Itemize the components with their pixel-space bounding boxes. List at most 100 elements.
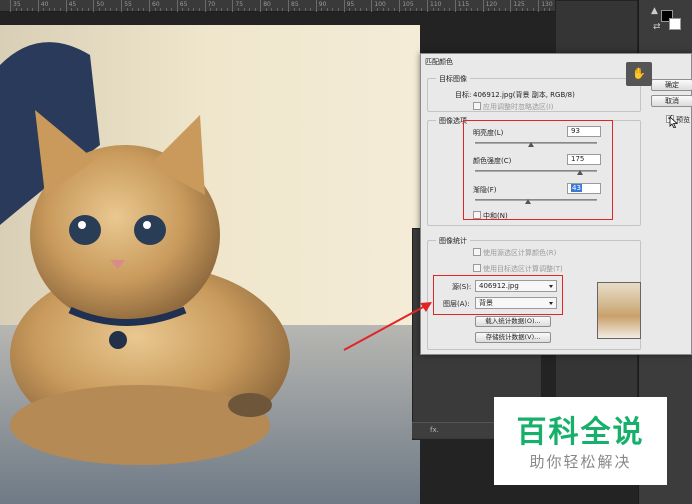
ruler-minor-tick: [326, 8, 328, 11]
use-source-selection-checkbox[interactable]: [473, 248, 481, 256]
ruler-minor-tick: [187, 8, 189, 11]
ruler-minor-tick: [321, 8, 323, 11]
target-image-group-label: 目标图像: [436, 74, 470, 84]
ruler-minor-tick: [488, 8, 490, 11]
ruler-minor-tick: [237, 8, 239, 11]
ruler-minor-tick: [549, 8, 551, 11]
ruler-minor-tick: [98, 8, 100, 11]
ruler-minor-tick: [354, 8, 356, 11]
color-intensity-field[interactable]: 175: [567, 154, 601, 165]
ruler-minor-tick: [477, 8, 479, 11]
use-source-selection-label: 使用源选区计算颜色(R): [483, 249, 557, 257]
ruler-minor-tick: [32, 8, 34, 11]
ruler-minor-tick: [415, 8, 417, 11]
ruler-minor-tick: [349, 8, 351, 11]
ruler-tick: 100: [371, 0, 386, 12]
ruler-minor-tick: [21, 8, 23, 11]
use-target-selection-checkbox[interactable]: [473, 264, 481, 272]
ignore-selection-label: 应用调整时忽略选区(I): [483, 103, 554, 111]
ruler-minor-tick: [527, 8, 529, 11]
ruler-minor-tick: [126, 8, 128, 11]
ok-button[interactable]: 确定: [651, 79, 692, 91]
ruler-minor-tick: [310, 8, 312, 11]
ruler-minor-tick: [376, 8, 378, 11]
ruler-minor-tick: [543, 8, 545, 11]
ruler-minor-tick: [515, 8, 517, 11]
ruler-minor-tick: [171, 8, 173, 11]
source-dropdown[interactable]: 406912.jpg: [475, 280, 557, 292]
ruler-minor-tick: [254, 8, 256, 11]
ruler-minor-tick: [60, 8, 62, 11]
ruler-minor-tick: [465, 8, 467, 11]
watermark-subtitle: 助你轻松解决: [529, 453, 632, 471]
source-label: 源(S):: [452, 283, 472, 291]
background-color-swatch[interactable]: [669, 18, 681, 30]
ruler-minor-tick: [393, 8, 395, 11]
ruler-minor-tick: [410, 8, 412, 11]
ruler-minor-tick: [71, 8, 73, 11]
ruler-minor-tick: [304, 8, 306, 11]
ruler-minor-tick: [360, 8, 362, 11]
ignore-selection-checkbox[interactable]: [473, 102, 481, 110]
ruler-minor-tick: [76, 8, 78, 11]
ruler-minor-tick: [449, 8, 451, 11]
fade-slider-track[interactable]: [475, 199, 597, 201]
ruler-minor-tick: [421, 8, 423, 11]
ruler-minor-tick: [215, 8, 217, 11]
ruler-minor-tick: [332, 8, 334, 11]
save-statistics-button[interactable]: 存储统计数据(V)...: [475, 332, 551, 343]
neutralize-checkbox[interactable]: [473, 211, 481, 219]
ruler-minor-tick: [137, 8, 139, 11]
dialog-grip-icon[interactable]: ✋: [626, 62, 652, 86]
move-tool-icon[interactable]: ▲: [651, 6, 658, 16]
ruler-minor-tick: [182, 8, 184, 11]
load-statistics-button[interactable]: 载入统计数据(O)...: [475, 316, 551, 327]
chevron-down-icon: [549, 285, 553, 288]
photoshop-window: 35 40 45 50 55 60 65 70 75 80 85 90 95 100 105 110 115 12…: [0, 0, 692, 504]
watermark-title: 百科全说: [516, 415, 645, 450]
ruler-minor-tick: [110, 8, 112, 11]
fade-label: 渐隐(F): [473, 186, 497, 194]
luminance-field[interactable]: 93: [567, 126, 601, 137]
luminance-slider-thumb[interactable]: [528, 142, 534, 147]
ruler-minor-tick: [115, 8, 117, 11]
layer-label: 图层(A):: [443, 300, 470, 308]
ruler-tick: 130: [538, 0, 553, 12]
neutralize-label: 中和(N): [483, 212, 508, 220]
color-intensity-slider-thumb[interactable]: [577, 170, 583, 175]
fx-button[interactable]: fx.: [430, 426, 439, 434]
ruler-minor-tick: [87, 8, 89, 11]
use-target-selection-label: 使用目标选区计算调整(T): [483, 265, 563, 273]
chevron-down-icon: [549, 302, 553, 305]
image-statistics-group-label: 图像统计: [436, 236, 470, 246]
ruler-minor-tick: [243, 8, 245, 11]
ruler-minor-tick: [293, 8, 295, 11]
ruler-minor-tick: [165, 8, 167, 11]
ruler-minor-tick: [471, 8, 473, 11]
swap-icon[interactable]: ⇄: [653, 22, 661, 32]
fade-field[interactable]: 43: [567, 183, 601, 194]
fade-slider-thumb[interactable]: [525, 199, 531, 204]
luminance-slider-track[interactable]: [475, 142, 597, 144]
ruler-minor-tick: [48, 8, 50, 11]
layer-dropdown[interactable]: 背景: [475, 297, 557, 309]
ruler-minor-tick: [282, 8, 284, 11]
ruler-tick: 125: [510, 0, 525, 12]
horizontal-ruler: 35 40 45 50 55 60 65 70 75 80 85 90 95 100 105 110 115 12…: [0, 0, 638, 12]
ruler-minor-tick: [221, 8, 223, 11]
ruler-tick: 110: [427, 0, 441, 12]
ruler-minor-tick: [443, 8, 445, 11]
ruler-minor-tick: [404, 8, 406, 11]
ruler-minor-tick: [160, 8, 162, 11]
ruler-minor-tick: [382, 8, 384, 11]
ruler-minor-tick: [499, 8, 501, 11]
ruler-minor-tick: [43, 8, 45, 11]
cancel-button[interactable]: 取消: [651, 95, 692, 107]
source-thumbnail: [597, 282, 641, 339]
ruler-minor-tick: [54, 8, 56, 11]
ruler-minor-tick: [143, 8, 145, 11]
ruler-minor-tick: [460, 8, 462, 11]
ruler-minor-tick: [26, 8, 28, 11]
ruler-minor-tick: [388, 8, 390, 11]
ruler-tick: 105: [399, 0, 414, 12]
